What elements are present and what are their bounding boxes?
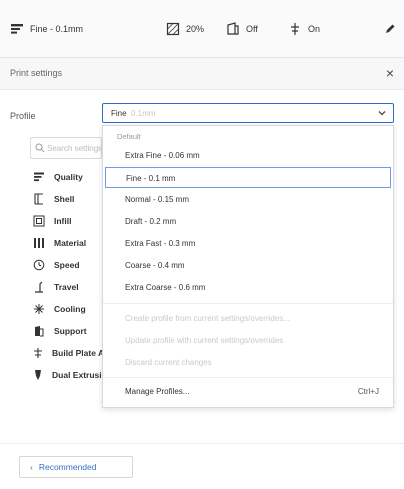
panel-footer: ‹ Recommended [0,443,404,489]
profile-option-extra-fine[interactable]: Extra Fine - 0.06 mm [103,145,393,166]
profile-select-hint: 0.1mm [131,109,156,118]
dropdown-divider [103,377,393,378]
dropdown-section-default: Default [117,132,141,141]
search-icon [35,143,45,153]
adhesion-summary[interactable]: On [288,20,320,38]
infill-icon [32,214,46,228]
profile-summary[interactable]: Fine - 0.1mm [10,20,83,38]
category-label: Infill [54,216,72,226]
manage-profiles-shortcut: Ctrl+J [357,387,379,396]
build-plate-icon [32,346,44,360]
panel-title: Print settings [10,68,63,78]
infill-summary-label: 20% [186,24,205,34]
profile-option-draft[interactable]: Draft - 0.2 mm [103,211,393,232]
pencil-icon [386,24,395,33]
adhesion-summary-label: On [308,24,321,34]
category-speed[interactable]: Speed [32,256,112,274]
support-summary-label: Off [246,24,258,34]
infill-summary[interactable]: 20% [166,20,204,38]
profile-option-coarse[interactable]: Coarse - 0.4 mm [103,255,393,276]
profile-label: Profile [10,111,36,121]
manage-profiles-label: Manage Profiles... [125,387,190,396]
category-label: Speed [54,260,80,270]
category-travel[interactable]: Travel [32,278,112,296]
update-profile-action[interactable]: Update profile with current settings/ove… [103,330,393,351]
infill-icon [166,22,180,36]
category-cooling[interactable]: Cooling [32,300,112,318]
profile-option-extra-coarse[interactable]: Extra Coarse - 0.6 mm [103,277,393,298]
support-summary[interactable]: Off [226,20,258,38]
chevron-left-icon: ‹ [30,462,33,472]
category-material[interactable]: Material [32,234,112,252]
category-label: Quality [54,172,83,182]
print-settings-panel: Print settings × Profile Fine 0.1mm Sear… [0,58,404,489]
search-input[interactable]: Search settings [30,137,102,159]
category-label: Cooling [54,304,86,314]
profile-option-normal[interactable]: Normal - 0.15 mm [103,189,393,210]
category-build-plate-adhesion[interactable]: Build Plate Adhesion [32,344,112,362]
profile-option-extra-fast[interactable]: Extra Fast - 0.3 mm [103,233,393,254]
category-infill[interactable]: Infill [32,212,112,230]
category-label: Travel [54,282,79,292]
profile-dropdown-menu: Default Extra Fine - 0.06 mm Fine - 0.1 … [102,125,394,408]
recommended-label: Recommended [38,462,97,472]
profile-summary-label: Fine - 0.1mm [30,24,84,34]
create-profile-action[interactable]: Create profile from current settings/ove… [103,308,393,329]
support-icon [32,324,46,338]
category-shell[interactable]: Shell [32,190,112,208]
print-toolbar: Fine - 0.1mm 20% Off On [0,0,404,58]
edit-settings-button[interactable] [384,20,396,38]
category-label: Material [54,238,87,248]
shell-icon [32,192,46,206]
material-icon [32,236,46,250]
panel-header: Print settings × [0,58,404,90]
cooling-icon [32,302,46,316]
adhesion-icon [291,23,299,35]
category-support[interactable]: Support [32,322,112,340]
dropdown-divider [103,303,393,304]
profile-option-fine[interactable]: Fine - 0.1 mm [105,167,391,188]
travel-icon [32,280,46,294]
support-icon [227,22,239,35]
category-quality[interactable]: Quality [32,168,112,186]
dual-extrusion-icon [32,368,44,382]
category-dual-extrusion[interactable]: Dual Extrusion [32,366,112,384]
close-icon[interactable]: × [386,64,394,82]
discard-changes-action[interactable]: Discard current changes [103,352,393,373]
quality-icon [11,24,23,34]
speed-icon [32,258,46,272]
manage-profiles-action[interactable]: Manage Profiles... Ctrl+J [103,381,393,402]
category-label: Support [54,326,87,336]
chevron-down-icon [378,111,386,116]
category-label: Shell [54,194,75,204]
recommended-button[interactable]: ‹ Recommended [19,456,133,478]
profile-select-value: Fine [111,109,127,118]
quality-icon [32,170,46,184]
profile-select[interactable]: Fine 0.1mm [102,103,394,123]
search-placeholder: Search settings [47,144,102,153]
